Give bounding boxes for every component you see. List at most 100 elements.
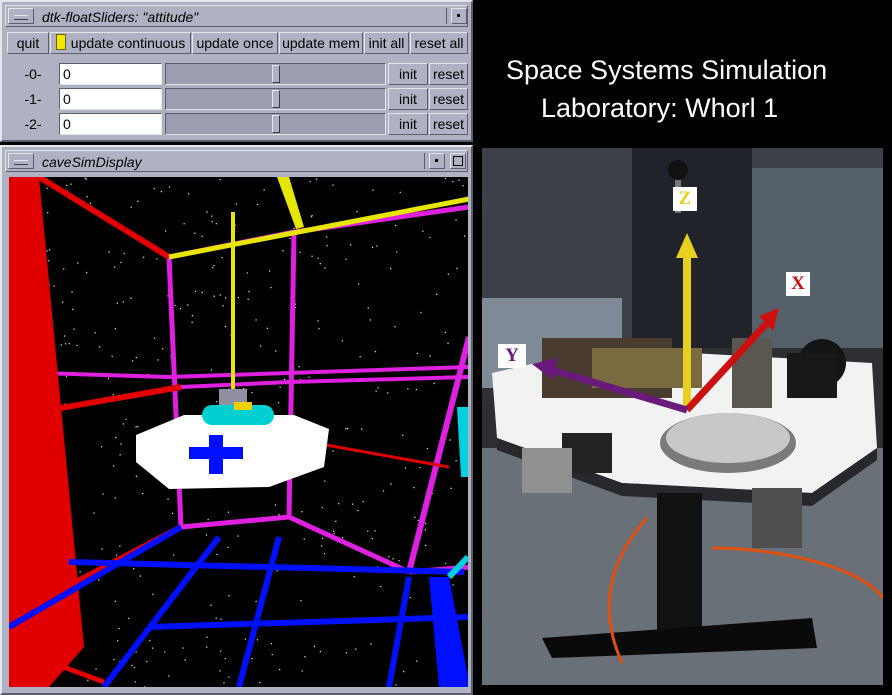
init-all-button[interactable]: init all: [364, 32, 409, 54]
star: [416, 660, 418, 662]
star: [108, 251, 110, 253]
star: [85, 178, 87, 180]
reset-button[interactable]: reset: [429, 63, 468, 85]
minimize-icon[interactable]: [451, 8, 467, 24]
star: [333, 532, 335, 535]
star: [390, 268, 392, 270]
star: [300, 600, 302, 602]
update-once-button[interactable]: update once: [192, 32, 278, 54]
value-slider[interactable]: [165, 63, 386, 85]
star: [270, 643, 272, 645]
star: [255, 600, 257, 602]
titlebar-separator: [424, 153, 425, 169]
quit-button[interactable]: quit: [7, 32, 49, 54]
star: [355, 648, 357, 650]
star: [455, 460, 457, 462]
star: [48, 260, 50, 262]
init-button[interactable]: init: [388, 88, 428, 110]
value-slider[interactable]: [165, 113, 386, 135]
star: [237, 296, 240, 299]
star: [213, 264, 215, 267]
star: [255, 319, 257, 321]
star: [316, 178, 318, 180]
star: [289, 237, 291, 240]
maximize-icon[interactable]: [450, 153, 466, 169]
star: [462, 185, 464, 187]
star: [115, 436, 117, 439]
star: [390, 483, 392, 485]
cave-display-titlebar[interactable]: caveSimDisplay: [5, 150, 468, 172]
star: [62, 301, 64, 303]
star: [392, 558, 394, 560]
star: [274, 504, 277, 506]
star: [251, 658, 253, 660]
star: [132, 360, 134, 362]
reset-button[interactable]: reset: [429, 88, 468, 110]
star: [220, 618, 222, 620]
star: [377, 387, 379, 389]
init-button[interactable]: init: [388, 63, 428, 85]
star: [220, 650, 222, 652]
update-mem-button[interactable]: update mem: [279, 32, 363, 54]
star: [371, 538, 373, 540]
star: [98, 579, 100, 581]
star: [429, 355, 431, 357]
star: [130, 297, 132, 299]
star: [372, 189, 374, 191]
star: [445, 177, 447, 180]
window-menu-icon[interactable]: [8, 8, 34, 24]
star: [436, 293, 438, 295]
star: [303, 538, 305, 540]
star: [345, 258, 347, 260]
star: [134, 681, 136, 683]
star: [210, 604, 212, 606]
titlebar-separator: [446, 8, 447, 24]
star: [122, 301, 125, 303]
star: [269, 270, 271, 272]
star: [120, 443, 122, 445]
slider-thumb[interactable]: [272, 90, 280, 108]
star: [251, 392, 253, 394]
star: [309, 180, 311, 183]
star: [455, 219, 457, 221]
cave-3d-viewport[interactable]: [9, 177, 468, 687]
star: [399, 191, 401, 194]
value-field[interactable]: 0: [59, 88, 162, 110]
star: [46, 250, 48, 252]
star: [259, 681, 261, 684]
star: [347, 427, 349, 430]
star: [125, 418, 127, 421]
star: [86, 271, 88, 274]
reset-all-button[interactable]: reset all: [410, 32, 468, 54]
slider-thumb[interactable]: [272, 115, 280, 133]
star: [130, 206, 132, 208]
update-continuous-toggle[interactable]: update continuous: [50, 32, 191, 54]
star: [84, 177, 86, 179]
window-menu-icon[interactable]: [8, 153, 34, 169]
star: [420, 311, 422, 314]
star: [113, 658, 115, 661]
star: [452, 584, 454, 586]
reset-button[interactable]: reset: [429, 113, 468, 135]
star: [278, 514, 280, 516]
value-slider[interactable]: [165, 88, 386, 110]
value-field[interactable]: 0: [59, 63, 162, 85]
star: [213, 295, 215, 297]
star: [160, 191, 162, 193]
slider-thumb[interactable]: [272, 65, 280, 83]
star: [263, 189, 265, 191]
star: [119, 545, 121, 547]
star: [211, 215, 213, 217]
star: [447, 342, 449, 344]
star: [219, 670, 221, 672]
init-button[interactable]: init: [388, 113, 428, 135]
star: [244, 638, 246, 640]
value-field[interactable]: 0: [59, 113, 162, 135]
slider-window-titlebar[interactable]: dtk-floatSliders: "attitude": [5, 5, 468, 27]
star: [149, 639, 151, 642]
star: [68, 342, 70, 345]
star: [310, 216, 313, 218]
star: [224, 657, 226, 660]
star: [375, 390, 377, 392]
minimize-icon[interactable]: [429, 153, 445, 169]
